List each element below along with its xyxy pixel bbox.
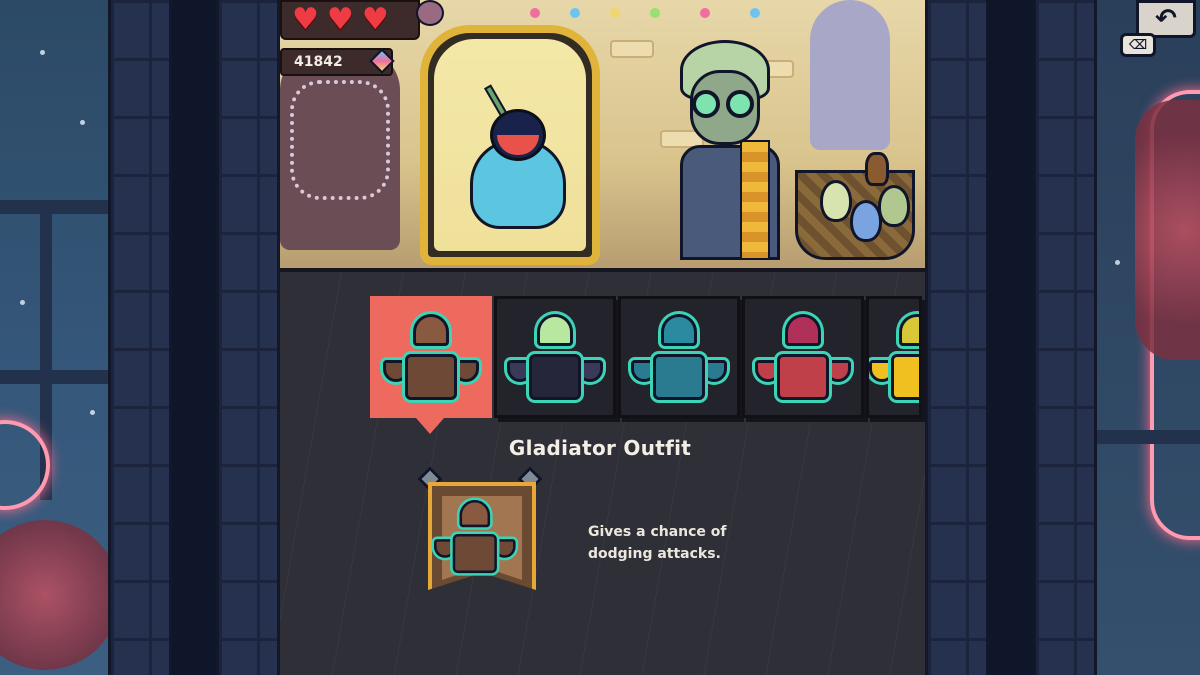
garland-pompom <box>570 8 580 18</box>
snowflake <box>20 300 25 305</box>
stone-pillar-inner-right <box>925 0 989 675</box>
bee-outfit-icon <box>869 314 919 400</box>
chocolate-bunny <box>865 152 889 186</box>
armor-helmet <box>899 314 919 346</box>
armor-helmet <box>537 314 573 346</box>
garland-pompom <box>700 8 710 18</box>
pillar-shadow <box>172 0 216 675</box>
armor-torso <box>452 534 497 574</box>
scenery-left <box>0 0 110 675</box>
garland-pompom <box>530 8 540 18</box>
description-line: Gives a chance of <box>588 524 727 540</box>
outfit-tile-bee-outfit[interactable] <box>866 296 922 418</box>
knight-outfit-icon <box>631 314 727 400</box>
outfit-tile-royal-outfit[interactable] <box>742 296 864 418</box>
royal-outfit-icon <box>755 314 851 400</box>
gladiator-outfit-preview-icon <box>434 500 516 574</box>
snowflake <box>80 120 85 125</box>
player-portrait-icon <box>416 0 444 26</box>
tailor-glasses <box>726 90 754 118</box>
wall-brick <box>610 40 654 58</box>
scenery-right <box>1095 0 1200 675</box>
armor-torso <box>891 354 919 400</box>
outfit-tile-skeleton-outfit[interactable] <box>494 296 616 418</box>
neon-glow <box>1135 100 1200 360</box>
heart-icon: ♥ <box>361 2 389 37</box>
mirror-glass <box>434 39 586 251</box>
outfit-tile-gladiator-outfit[interactable] <box>370 296 492 418</box>
health-bar: ♥ ♥ ♥ <box>280 0 420 40</box>
item-description: Gives a chance of dodging attacks. <box>588 521 788 565</box>
gladiator-outfit-icon <box>383 314 479 400</box>
armor-torso <box>777 354 829 400</box>
egg <box>878 185 910 227</box>
description-line: dodging attacks. <box>588 546 721 562</box>
stone-pillar-right <box>1033 0 1097 675</box>
mannequin <box>810 0 890 150</box>
outfit-tile-knight-outfit[interactable] <box>618 296 740 418</box>
back-arrow-icon: ↶ <box>1155 4 1177 34</box>
garland-pompom <box>610 8 620 18</box>
snowflake <box>40 50 45 55</box>
selection-pointer <box>416 418 444 434</box>
backspace-key-hint: ⌫ <box>1120 33 1156 57</box>
armor-helmet <box>785 314 821 346</box>
scaffold-beam <box>0 200 110 214</box>
gem-count: 41842 <box>294 54 343 70</box>
armor-torso <box>405 354 457 400</box>
stone-pillar-left <box>108 0 172 675</box>
garland-pompom <box>750 8 760 18</box>
heart-icon: ♥ <box>326 2 354 37</box>
item-title: Gladiator Outfit <box>508 436 692 460</box>
armor-helmet <box>413 314 449 346</box>
backspace-icon: ⌫ <box>1128 37 1148 53</box>
curtain-lace <box>290 80 390 200</box>
ornate-mirror <box>420 25 600 265</box>
armor-torso <box>653 354 705 400</box>
garland-pompom <box>650 8 660 18</box>
egg <box>820 180 852 222</box>
tailor-glasses <box>692 90 720 118</box>
snowflake <box>90 410 95 415</box>
armor-helmet <box>661 314 697 346</box>
pillar-shadow <box>989 0 1033 675</box>
scaffold-beam <box>0 370 110 384</box>
armor-helmet <box>459 500 491 528</box>
stone-pillar-inner-left <box>216 0 280 675</box>
scaffold-beam <box>1095 430 1200 444</box>
tailor-scarf <box>740 140 770 260</box>
skeleton-outfit-icon <box>507 314 603 400</box>
neon-glow <box>0 520 110 670</box>
armor-torso <box>529 354 581 400</box>
tailor-shop-scene <box>280 0 925 268</box>
heart-icon: ♥ <box>292 2 319 37</box>
snowflake <box>1115 260 1120 265</box>
gladiator-outfit-icon <box>434 500 516 574</box>
tailor-npc <box>670 40 790 260</box>
